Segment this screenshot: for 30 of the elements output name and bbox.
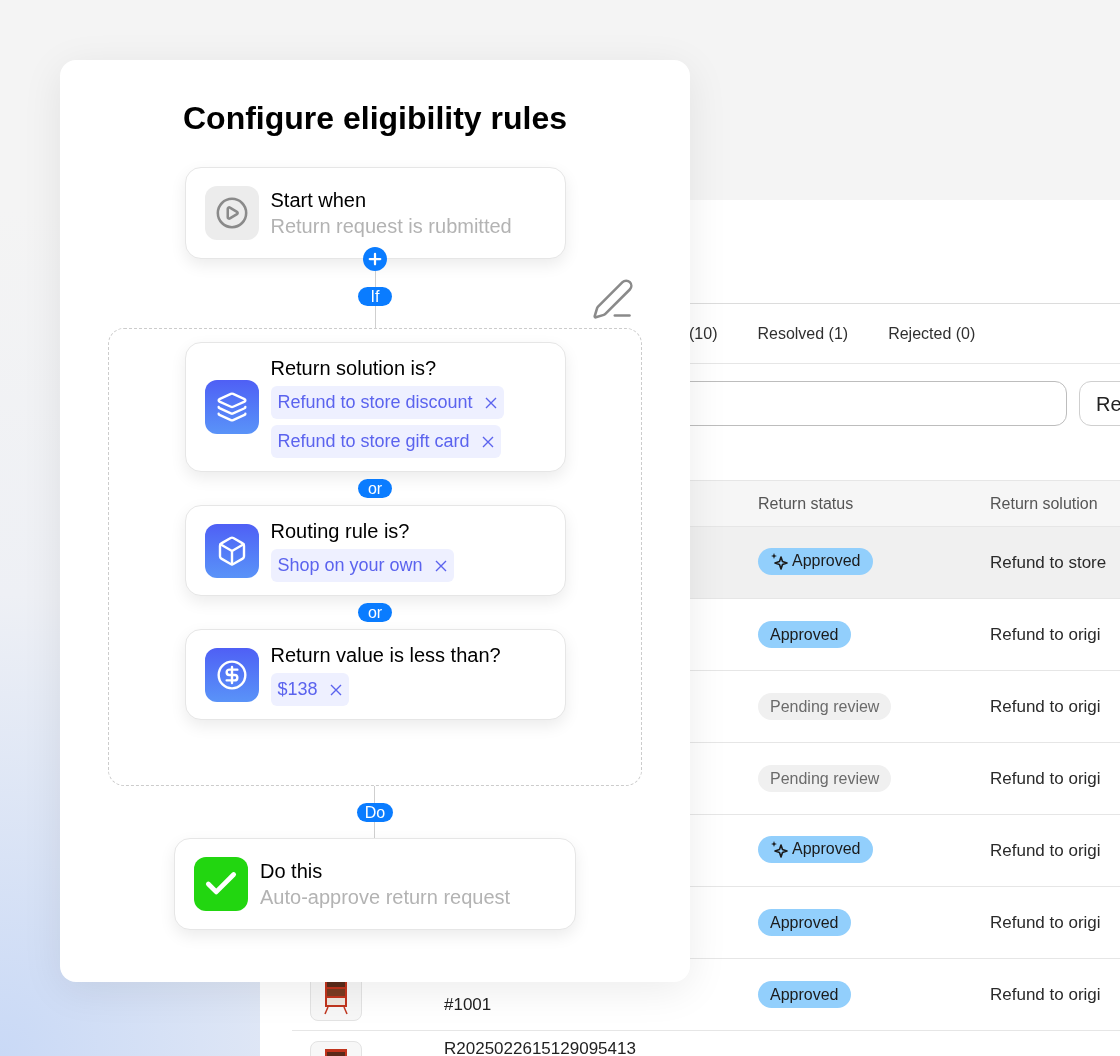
if-label: If <box>358 287 392 306</box>
node-title: Do this <box>260 859 324 884</box>
status-badge: Approved <box>758 981 851 1008</box>
do-label: Do <box>356 803 394 822</box>
column-header: Return status <box>758 493 854 514</box>
table-cell: Refund to origi <box>990 984 1101 1004</box>
column-header: Return solution <box>990 493 1098 514</box>
condition-title: Return solution is? <box>270 356 437 380</box>
table-cell: Refund to origi <box>990 768 1101 788</box>
status-badge: Pending review <box>758 765 892 792</box>
table-cell: Refund to origi <box>990 624 1101 644</box>
or-label: or <box>358 479 392 498</box>
status-badge: Approved <box>758 835 873 863</box>
node-subtitle: Return request is rubmitted <box>270 214 512 239</box>
card-title: Configure eligibility rules <box>182 99 567 138</box>
order-number: #1001 <box>444 995 492 1014</box>
status-badge: Approved <box>758 547 873 575</box>
status-badge: Approved <box>758 621 851 648</box>
order-id: R2025022615129095413 <box>444 1039 636 1056</box>
status-badge: Approved <box>758 909 851 936</box>
table-cell: Refund to origi <box>990 840 1101 860</box>
condition-title: Return value is less than? <box>270 643 501 667</box>
node-title: Start when <box>270 188 368 213</box>
table-cell: Refund to store <box>990 552 1107 572</box>
table-cell: Refund to origi <box>990 912 1101 932</box>
node-subtitle: Auto-approve return request <box>260 885 511 910</box>
table-cell: Refund to origi <box>990 696 1101 716</box>
or-label: or <box>358 603 392 622</box>
condition-title: Routing rule is? <box>270 519 410 543</box>
status-badge: Pending review <box>758 693 892 720</box>
